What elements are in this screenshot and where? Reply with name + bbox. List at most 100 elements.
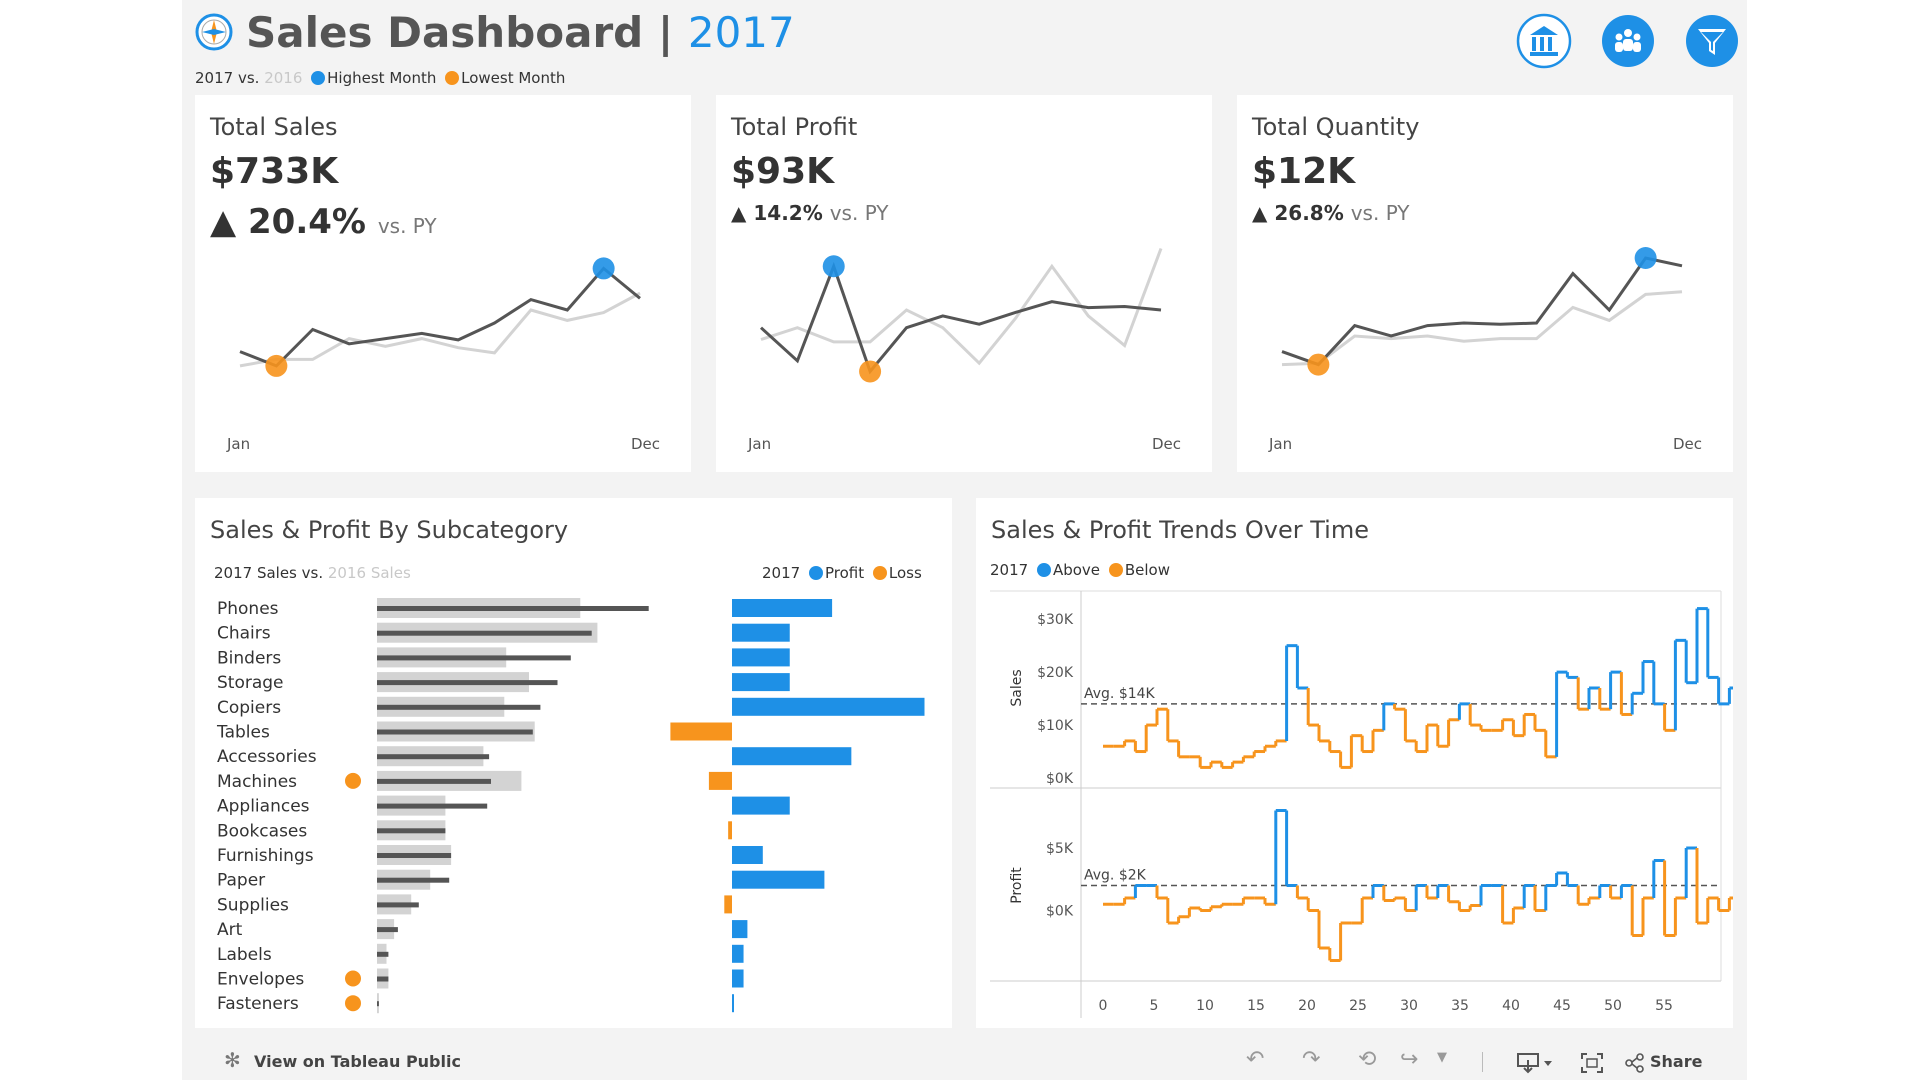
kpi-sparkline <box>759 247 1163 383</box>
current-sales-bar <box>377 803 488 809</box>
y-tick-label: $20K <box>1037 665 1074 681</box>
profit-bar <box>732 648 790 667</box>
current-sales-bar <box>377 606 649 611</box>
bottom-toolbar: ✻ View on Tableau Public ↶ ↷ ⟲ ↪ ▼ Share <box>182 1044 1747 1080</box>
refresh-icon[interactable]: ↪ <box>1400 1047 1418 1072</box>
current-sales-bar <box>377 729 533 735</box>
highest-label: Highest Month <box>327 69 437 87</box>
axis-start-label: Jan <box>1269 435 1293 453</box>
header-legend: 2017 vs. 2016 Highest Month Lowest Month <box>195 69 565 87</box>
subcategory-label: Supplies <box>217 895 289 915</box>
current-sales-bar <box>377 754 490 760</box>
x-tick-label: 10 <box>1196 998 1214 1014</box>
subcategory-label: Art <box>217 920 243 940</box>
chevron-down-icon[interactable]: ▼ <box>1437 1050 1447 1065</box>
subcategory-label: Fasteners <box>217 994 299 1014</box>
profit-bar <box>732 920 748 939</box>
current-sales-bar <box>377 877 450 883</box>
lowest-month-marker <box>859 360 882 383</box>
current-sales-bar <box>377 976 389 982</box>
current-sales-bar <box>377 902 419 908</box>
highest-dot <box>311 71 326 85</box>
x-tick-label: 45 <box>1553 998 1571 1014</box>
trends-panel: Sales & Profit Trends Over Time 2017 Abo… <box>976 498 1733 1028</box>
lowest-dot <box>445 71 460 85</box>
x-tick-label: 20 <box>1298 998 1316 1014</box>
revert-icon[interactable]: ⟲ <box>1358 1047 1376 1072</box>
subcategory-label: Envelopes <box>217 970 304 990</box>
highest-month-marker <box>822 255 845 278</box>
trends-chart: $0K $10K $20K $30K Sales Avg. $14K $0K $5K Profi… <box>990 590 1733 1018</box>
x-tick-label: 35 <box>1451 998 1469 1014</box>
x-tick-label: 0 <box>1099 998 1108 1014</box>
x-tick-label: 25 <box>1349 998 1367 1014</box>
subcategory-label: Tables <box>216 723 270 743</box>
axis-end-label: Dec <box>631 435 661 453</box>
compass-icon <box>195 13 233 51</box>
download-icon[interactable] <box>1516 1052 1556 1074</box>
view-on-tableau-link[interactable]: View on Tableau Public <box>254 1052 461 1071</box>
prior-year-line <box>239 291 641 368</box>
title-year: 2017 <box>687 8 795 57</box>
redo-icon[interactable]: ↷ <box>1302 1047 1320 1072</box>
y-tick-label: $10K <box>1037 718 1074 734</box>
team-icon[interactable] <box>1600 13 1656 69</box>
subcategory-label: Paper <box>217 871 265 891</box>
subcategory-label: Phones <box>217 599 279 619</box>
subcategory-label: Machines <box>217 772 297 792</box>
lowest-label: Lowest Month <box>461 69 566 87</box>
loss-indicator-dot <box>345 772 361 789</box>
subcategory-label: Furnishings <box>217 846 314 866</box>
y-tick-label: $30K <box>1037 612 1074 628</box>
kpi-card-profit: Total Profit $93K ▲ 14.2% vs. PY Jan Dec <box>716 95 1212 472</box>
x-tick-label: 15 <box>1247 998 1265 1014</box>
title-separator: | <box>657 8 674 57</box>
prior-year: 2016 <box>264 69 303 87</box>
undo-icon[interactable]: ↶ <box>1246 1047 1264 1072</box>
loss-bar <box>724 895 732 914</box>
filter-icon[interactable] <box>1684 13 1740 69</box>
subcategory-label: Copiers <box>217 698 281 718</box>
y-axis-title: Sales <box>1009 669 1025 706</box>
bank-icon[interactable] <box>1516 13 1572 69</box>
subcategory-label: Binders <box>217 648 281 668</box>
profit-bar <box>732 796 790 815</box>
subcategory-label: Labels <box>217 945 272 965</box>
fullscreen-icon[interactable] <box>1580 1052 1604 1074</box>
x-tick-label: 30 <box>1400 998 1418 1014</box>
y-tick-label: $0K <box>1046 904 1074 920</box>
current-sales-bar <box>377 655 571 661</box>
compare-year: 2017 vs. <box>195 69 260 87</box>
profit-bar <box>732 747 852 766</box>
current-sales-bar <box>377 951 389 957</box>
loss-bar <box>670 722 732 741</box>
highest-month-marker <box>1634 247 1657 269</box>
lowest-month-marker <box>1307 353 1330 376</box>
axis-start-label: Jan <box>227 435 251 453</box>
y-tick-label: $0K <box>1046 771 1074 787</box>
average-label: Avg. $14K <box>1084 686 1156 702</box>
profit-bar <box>732 623 790 642</box>
share-icon[interactable] <box>1624 1053 1646 1073</box>
current-sales-bar <box>377 630 592 636</box>
loss-indicator-dot <box>345 995 361 1012</box>
lowest-month-marker <box>265 354 288 377</box>
subcategory-label: Storage <box>217 673 284 693</box>
current-sales-bar <box>377 853 452 858</box>
current-sales-bar <box>377 828 446 834</box>
title-text: Sales Dashboard <box>246 8 644 57</box>
share-button[interactable]: Share <box>1650 1052 1702 1071</box>
current-sales-bar <box>377 778 491 784</box>
profit-bar <box>732 673 790 692</box>
kpi-sparkline <box>1281 247 1683 376</box>
subcategory-panel: Sales & Profit By Subcategory 2017 Sales… <box>195 498 952 1028</box>
current-year-line <box>759 261 1162 375</box>
profit-bar <box>732 846 763 864</box>
subcategory-label: Chairs <box>217 624 271 644</box>
axis-end-label: Dec <box>1152 435 1182 453</box>
kpi-sparkline <box>239 257 641 377</box>
loss-bar <box>728 821 732 840</box>
kpi-card-quantity: Total Quantity $12K ▲ 26.8% vs. PY Jan D… <box>1237 95 1733 472</box>
highest-month-marker <box>592 257 615 280</box>
y-axis-title: Profit <box>1009 867 1025 904</box>
